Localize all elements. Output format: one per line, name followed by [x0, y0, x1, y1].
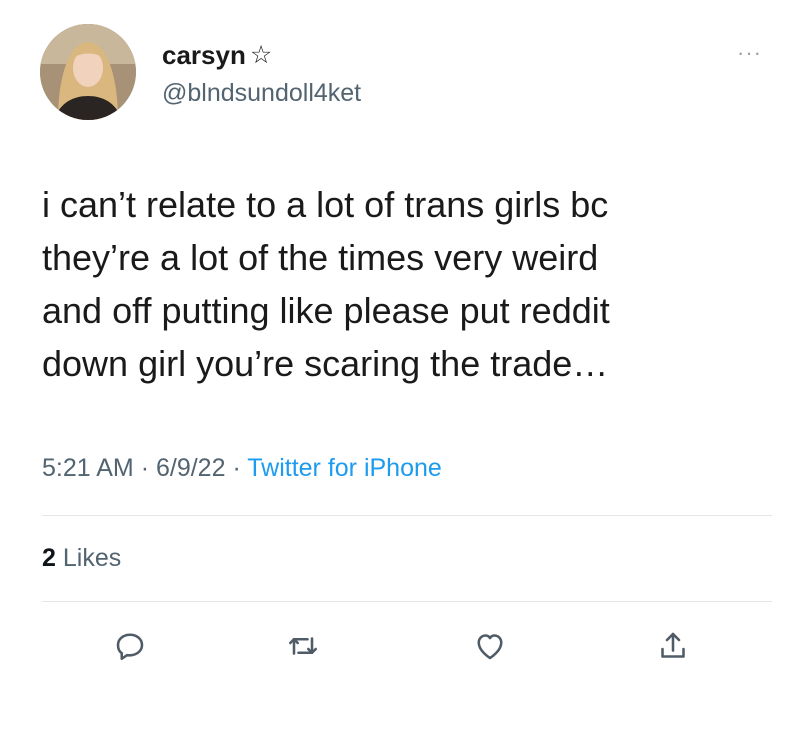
- tweet-text-line: down girl you’re scaring the trade…: [42, 343, 609, 384]
- meta-separator: ·: [140, 454, 150, 482]
- reply-icon: [116, 633, 144, 661]
- likes-label: Likes: [62, 544, 122, 572]
- reply-button[interactable]: [112, 628, 148, 664]
- like-button[interactable]: [472, 628, 508, 664]
- display-name[interactable]: carsyn ☆: [162, 40, 272, 71]
- tweet-metadata: 5:21 AM · 6/9/22 · Twitter for iPhone: [42, 454, 442, 483]
- display-name-text[interactable]: carsyn: [162, 40, 246, 71]
- divider: [42, 515, 772, 516]
- likes-stat[interactable]: 2 Likes: [42, 544, 121, 573]
- tweet-source-link[interactable]: Twitter for iPhone: [247, 454, 442, 482]
- divider: [42, 601, 772, 602]
- tweet-text-line: they’re a lot of the times very weird: [42, 237, 599, 278]
- tweet-text-line: and off putting like please put reddit: [42, 290, 610, 331]
- tweet-card: carsyn ☆ @blndsundoll4ket ··· i can’t re…: [0, 0, 810, 731]
- avatar[interactable]: [40, 24, 136, 120]
- like-icon: [477, 634, 503, 660]
- tweet-time[interactable]: 5:21 AM: [42, 454, 134, 482]
- user-handle[interactable]: @blndsundoll4ket: [162, 79, 361, 108]
- more-options-icon[interactable]: ···: [737, 40, 762, 66]
- retweet-button[interactable]: [285, 628, 321, 664]
- tweet-text-line: i can’t relate to a lot of trans girls b…: [42, 184, 609, 225]
- tweet-text: i can’t relate to a lot of trans girls b…: [42, 178, 782, 390]
- tweet-date[interactable]: 6/9/22: [156, 454, 226, 482]
- share-button[interactable]: [655, 628, 691, 664]
- retweet-icon: [288, 637, 318, 655]
- meta-separator: ·: [232, 454, 241, 482]
- likes-count: 2: [42, 544, 56, 572]
- share-icon: [661, 632, 685, 658]
- star-icon: ☆: [249, 41, 273, 69]
